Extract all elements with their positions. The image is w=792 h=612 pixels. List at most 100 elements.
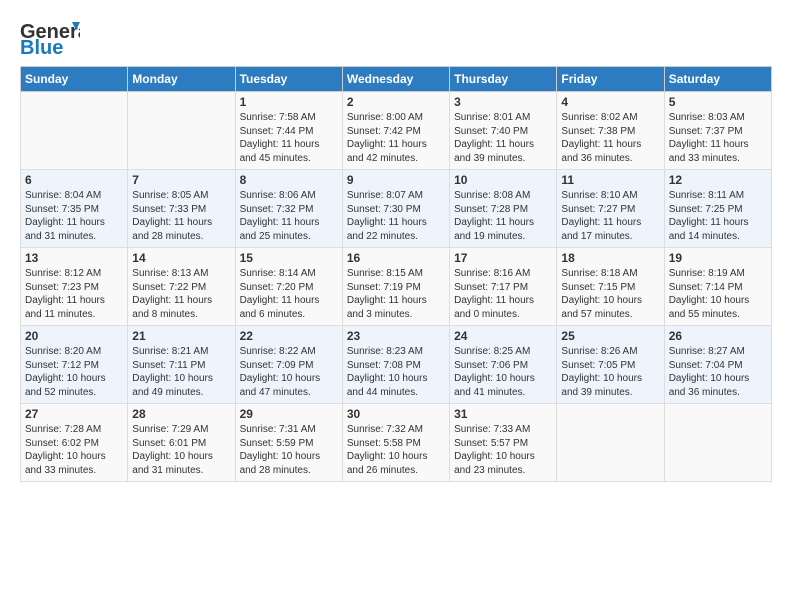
calendar-cell: 17 Sunrise: 8:16 AMSunset: 7:17 PMDayligh… — [450, 248, 557, 326]
cell-info: Sunrise: 8:26 AMSunset: 7:05 PMDaylight:… — [561, 345, 659, 399]
calendar-cell: 5Sunrise: 8:03 AMSunset: 7:37 PMDaylight… — [664, 92, 771, 170]
day-number: 8 — [240, 173, 338, 187]
day-number: 17 — [454, 251, 552, 265]
weekday-header-saturday: Saturday — [664, 67, 771, 92]
cell-info: Sunrise: 7:28 AMSunset: 6:02 PMDaylight:… — [25, 423, 123, 477]
calendar-cell — [557, 404, 664, 482]
calendar-cell: 18 Sunrise: 8:18 AMSunset: 7:15 PMDayligh… — [557, 248, 664, 326]
cell-info: Sunrise: 7:32 AMSunset: 5:58 PMDaylight:… — [347, 423, 445, 477]
logo-icon: General Blue — [20, 16, 80, 54]
cell-info: Sunrise: 8:11 AMSunset: 7:25 PMDaylight:… — [669, 189, 767, 243]
cell-info: Sunrise: 8:04 AMSunset: 7:35 PMDaylight:… — [25, 189, 123, 243]
calendar-cell: 14Sunrise: 8:13 AMSunset: 7:22 PMDayligh… — [128, 248, 235, 326]
calendar-cell: 21Sunrise: 8:21 AMSunset: 7:11 PMDayligh… — [128, 326, 235, 404]
calendar-cell — [128, 92, 235, 170]
day-number: 15 — [240, 251, 338, 265]
calendar-cell: 27 Sunrise: 7:28 AMSunset: 6:02 PMDayligh… — [21, 404, 128, 482]
day-number: 6 — [25, 173, 123, 187]
calendar-cell: 7 Sunrise: 8:05 AMSunset: 7:33 PMDaylight… — [128, 170, 235, 248]
day-number: 11 — [561, 173, 659, 187]
day-number: 22 — [240, 329, 338, 343]
cell-info: Sunrise: 7:58 AMSunset: 7:44 PMDaylight:… — [240, 111, 338, 165]
calendar-cell: 22 Sunrise: 8:22 AMSunset: 7:09 PMDayligh… — [235, 326, 342, 404]
weekday-header-friday: Friday — [557, 67, 664, 92]
calendar-table: SundayMondayTuesdayWednesdayThursdayFrid… — [20, 66, 772, 482]
cell-info: Sunrise: 8:06 AMSunset: 7:32 PMDaylight:… — [240, 189, 338, 243]
day-number: 21 — [132, 329, 230, 343]
calendar-cell: 12 Sunrise: 8:11 AMSunset: 7:25 PMDayligh… — [664, 170, 771, 248]
cell-info: Sunrise: 8:14 AMSunset: 7:20 PMDaylight:… — [240, 267, 338, 321]
calendar-cell: 10 Sunrise: 8:08 AMSunset: 7:28 PMDayligh… — [450, 170, 557, 248]
day-number: 10 — [454, 173, 552, 187]
calendar-cell: 30 Sunrise: 7:32 AMSunset: 5:58 PMDayligh… — [342, 404, 449, 482]
weekday-header-thursday: Thursday — [450, 67, 557, 92]
day-number: 2 — [347, 95, 445, 109]
calendar-cell: 2 Sunrise: 8:00 AMSunset: 7:42 PMDaylight… — [342, 92, 449, 170]
weekday-header-row: SundayMondayTuesdayWednesdayThursdayFrid… — [21, 67, 772, 92]
day-number: 18 — [561, 251, 659, 265]
calendar-cell — [21, 92, 128, 170]
day-number: 29 — [240, 407, 338, 421]
calendar-cell: 1Sunrise: 7:58 AMSunset: 7:44 PMDaylight… — [235, 92, 342, 170]
cell-info: Sunrise: 7:31 AMSunset: 5:59 PMDaylight:… — [240, 423, 338, 477]
cell-info: Sunrise: 8:19 AMSunset: 7:14 PMDaylight:… — [669, 267, 767, 321]
week-row-1: 1Sunrise: 7:58 AMSunset: 7:44 PMDaylight… — [21, 92, 772, 170]
calendar-cell: 26 Sunrise: 8:27 AMSunset: 7:04 PMDayligh… — [664, 326, 771, 404]
day-number: 31 — [454, 407, 552, 421]
calendar-cell: 31 Sunrise: 7:33 AMSunset: 5:57 PMDayligh… — [450, 404, 557, 482]
weekday-header-wednesday: Wednesday — [342, 67, 449, 92]
week-row-2: 6 Sunrise: 8:04 AMSunset: 7:35 PMDaylight… — [21, 170, 772, 248]
cell-info: Sunrise: 8:08 AMSunset: 7:28 PMDaylight:… — [454, 189, 552, 243]
day-number: 28 — [132, 407, 230, 421]
day-number: 20 — [25, 329, 123, 343]
cell-info: Sunrise: 8:27 AMSunset: 7:04 PMDaylight:… — [669, 345, 767, 399]
calendar-cell: 4 Sunrise: 8:02 AMSunset: 7:38 PMDaylight… — [557, 92, 664, 170]
cell-info: Sunrise: 8:12 AMSunset: 7:23 PMDaylight:… — [25, 267, 123, 321]
cell-info: Sunrise: 8:10 AMSunset: 7:27 PMDaylight:… — [561, 189, 659, 243]
calendar-cell: 19 Sunrise: 8:19 AMSunset: 7:14 PMDayligh… — [664, 248, 771, 326]
day-number: 9 — [347, 173, 445, 187]
day-number: 26 — [669, 329, 767, 343]
cell-info: Sunrise: 8:01 AMSunset: 7:40 PMDaylight:… — [454, 111, 552, 165]
calendar-cell — [664, 404, 771, 482]
calendar-cell: 16 Sunrise: 8:15 AMSunset: 7:19 PMDayligh… — [342, 248, 449, 326]
day-number: 14 — [132, 251, 230, 265]
day-number: 30 — [347, 407, 445, 421]
svg-text:Blue: Blue — [20, 37, 63, 54]
calendar-cell: 3Sunrise: 8:01 AMSunset: 7:40 PMDaylight… — [450, 92, 557, 170]
cell-info: Sunrise: 8:02 AMSunset: 7:38 PMDaylight:… — [561, 111, 659, 165]
cell-info: Sunrise: 8:16 AMSunset: 7:17 PMDaylight:… — [454, 267, 552, 321]
cell-info: Sunrise: 8:18 AMSunset: 7:15 PMDaylight:… — [561, 267, 659, 321]
cell-info: Sunrise: 8:22 AMSunset: 7:09 PMDaylight:… — [240, 345, 338, 399]
cell-info: Sunrise: 7:33 AMSunset: 5:57 PMDaylight:… — [454, 423, 552, 477]
day-number: 27 — [25, 407, 123, 421]
day-number: 24 — [454, 329, 552, 343]
day-number: 19 — [669, 251, 767, 265]
week-row-5: 27 Sunrise: 7:28 AMSunset: 6:02 PMDayligh… — [21, 404, 772, 482]
day-number: 16 — [347, 251, 445, 265]
calendar-cell: 8 Sunrise: 8:06 AMSunset: 7:32 PMDaylight… — [235, 170, 342, 248]
day-number: 12 — [669, 173, 767, 187]
calendar-cell: 15 Sunrise: 8:14 AMSunset: 7:20 PMDayligh… — [235, 248, 342, 326]
calendar-cell: 13 Sunrise: 8:12 AMSunset: 7:23 PMDayligh… — [21, 248, 128, 326]
cell-info: Sunrise: 8:23 AMSunset: 7:08 PMDaylight:… — [347, 345, 445, 399]
day-number: 4 — [561, 95, 659, 109]
header: General Blue — [20, 16, 772, 54]
cell-info: Sunrise: 8:00 AMSunset: 7:42 PMDaylight:… — [347, 111, 445, 165]
calendar-cell: 23Sunrise: 8:23 AMSunset: 7:08 PMDayligh… — [342, 326, 449, 404]
cell-info: Sunrise: 8:15 AMSunset: 7:19 PMDaylight:… — [347, 267, 445, 321]
cell-info: Sunrise: 8:20 AMSunset: 7:12 PMDaylight:… — [25, 345, 123, 399]
day-number: 13 — [25, 251, 123, 265]
calendar-cell: 25Sunrise: 8:26 AMSunset: 7:05 PMDayligh… — [557, 326, 664, 404]
calendar-cell: 20 Sunrise: 8:20 AMSunset: 7:12 PMDayligh… — [21, 326, 128, 404]
cell-info: Sunrise: 8:05 AMSunset: 7:33 PMDaylight:… — [132, 189, 230, 243]
weekday-header-sunday: Sunday — [21, 67, 128, 92]
week-row-4: 20 Sunrise: 8:20 AMSunset: 7:12 PMDayligh… — [21, 326, 772, 404]
calendar-cell: 28Sunrise: 7:29 AMSunset: 6:01 PMDayligh… — [128, 404, 235, 482]
cell-info: Sunrise: 8:07 AMSunset: 7:30 PMDaylight:… — [347, 189, 445, 243]
weekday-header-monday: Monday — [128, 67, 235, 92]
day-number: 7 — [132, 173, 230, 187]
calendar-cell: 29 Sunrise: 7:31 AMSunset: 5:59 PMDayligh… — [235, 404, 342, 482]
week-row-3: 13 Sunrise: 8:12 AMSunset: 7:23 PMDayligh… — [21, 248, 772, 326]
weekday-header-tuesday: Tuesday — [235, 67, 342, 92]
